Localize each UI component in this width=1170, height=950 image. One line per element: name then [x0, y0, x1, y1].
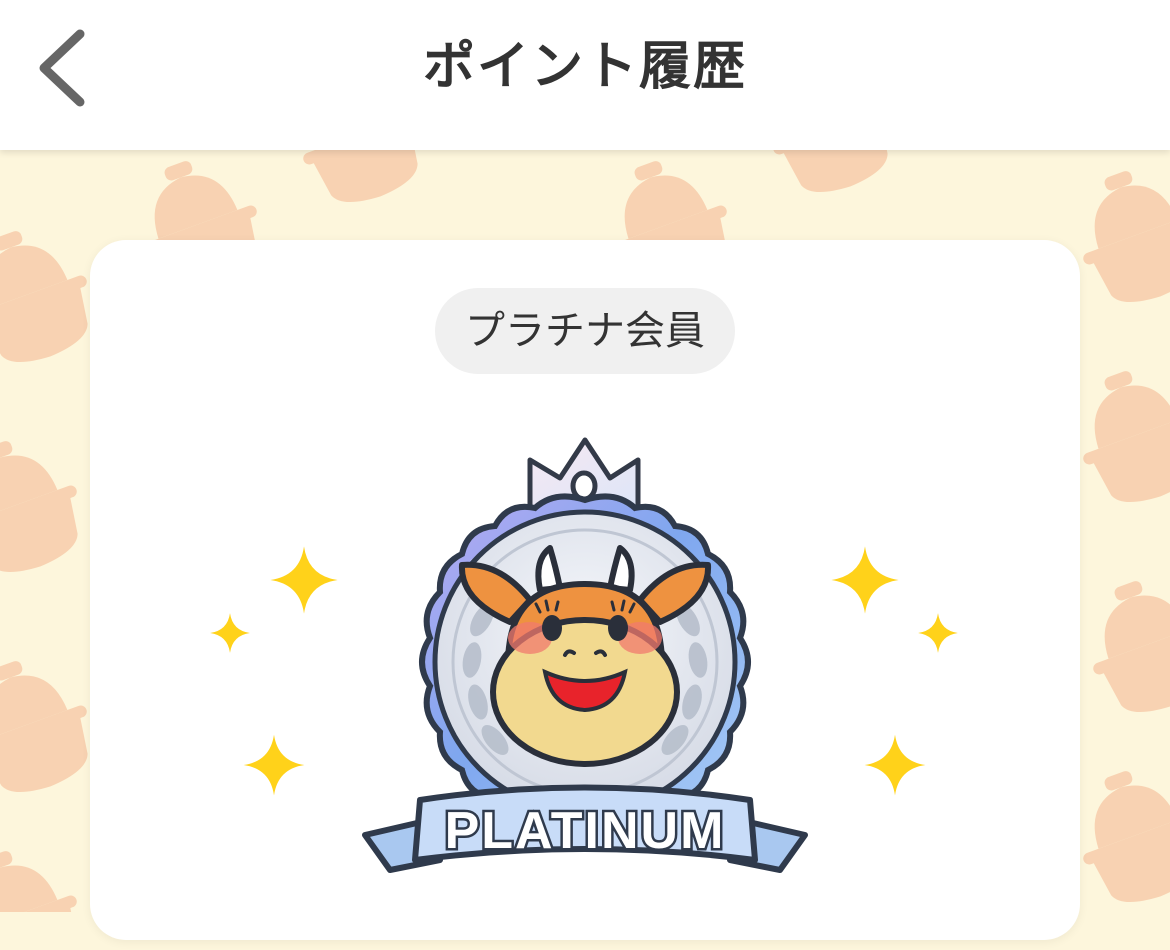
app-header: ポイント履歴 — [0, 0, 1170, 150]
platinum-emblem: PLATINUM — [210, 437, 958, 873]
emblem-text: PLATINUM — [445, 802, 726, 860]
page-title: ポイント履歴 — [422, 37, 747, 97]
membership-rank-badge: プラチナ会員 — [435, 288, 735, 374]
membership-card: プラチナ会員 PLATINUM — [90, 240, 1080, 940]
